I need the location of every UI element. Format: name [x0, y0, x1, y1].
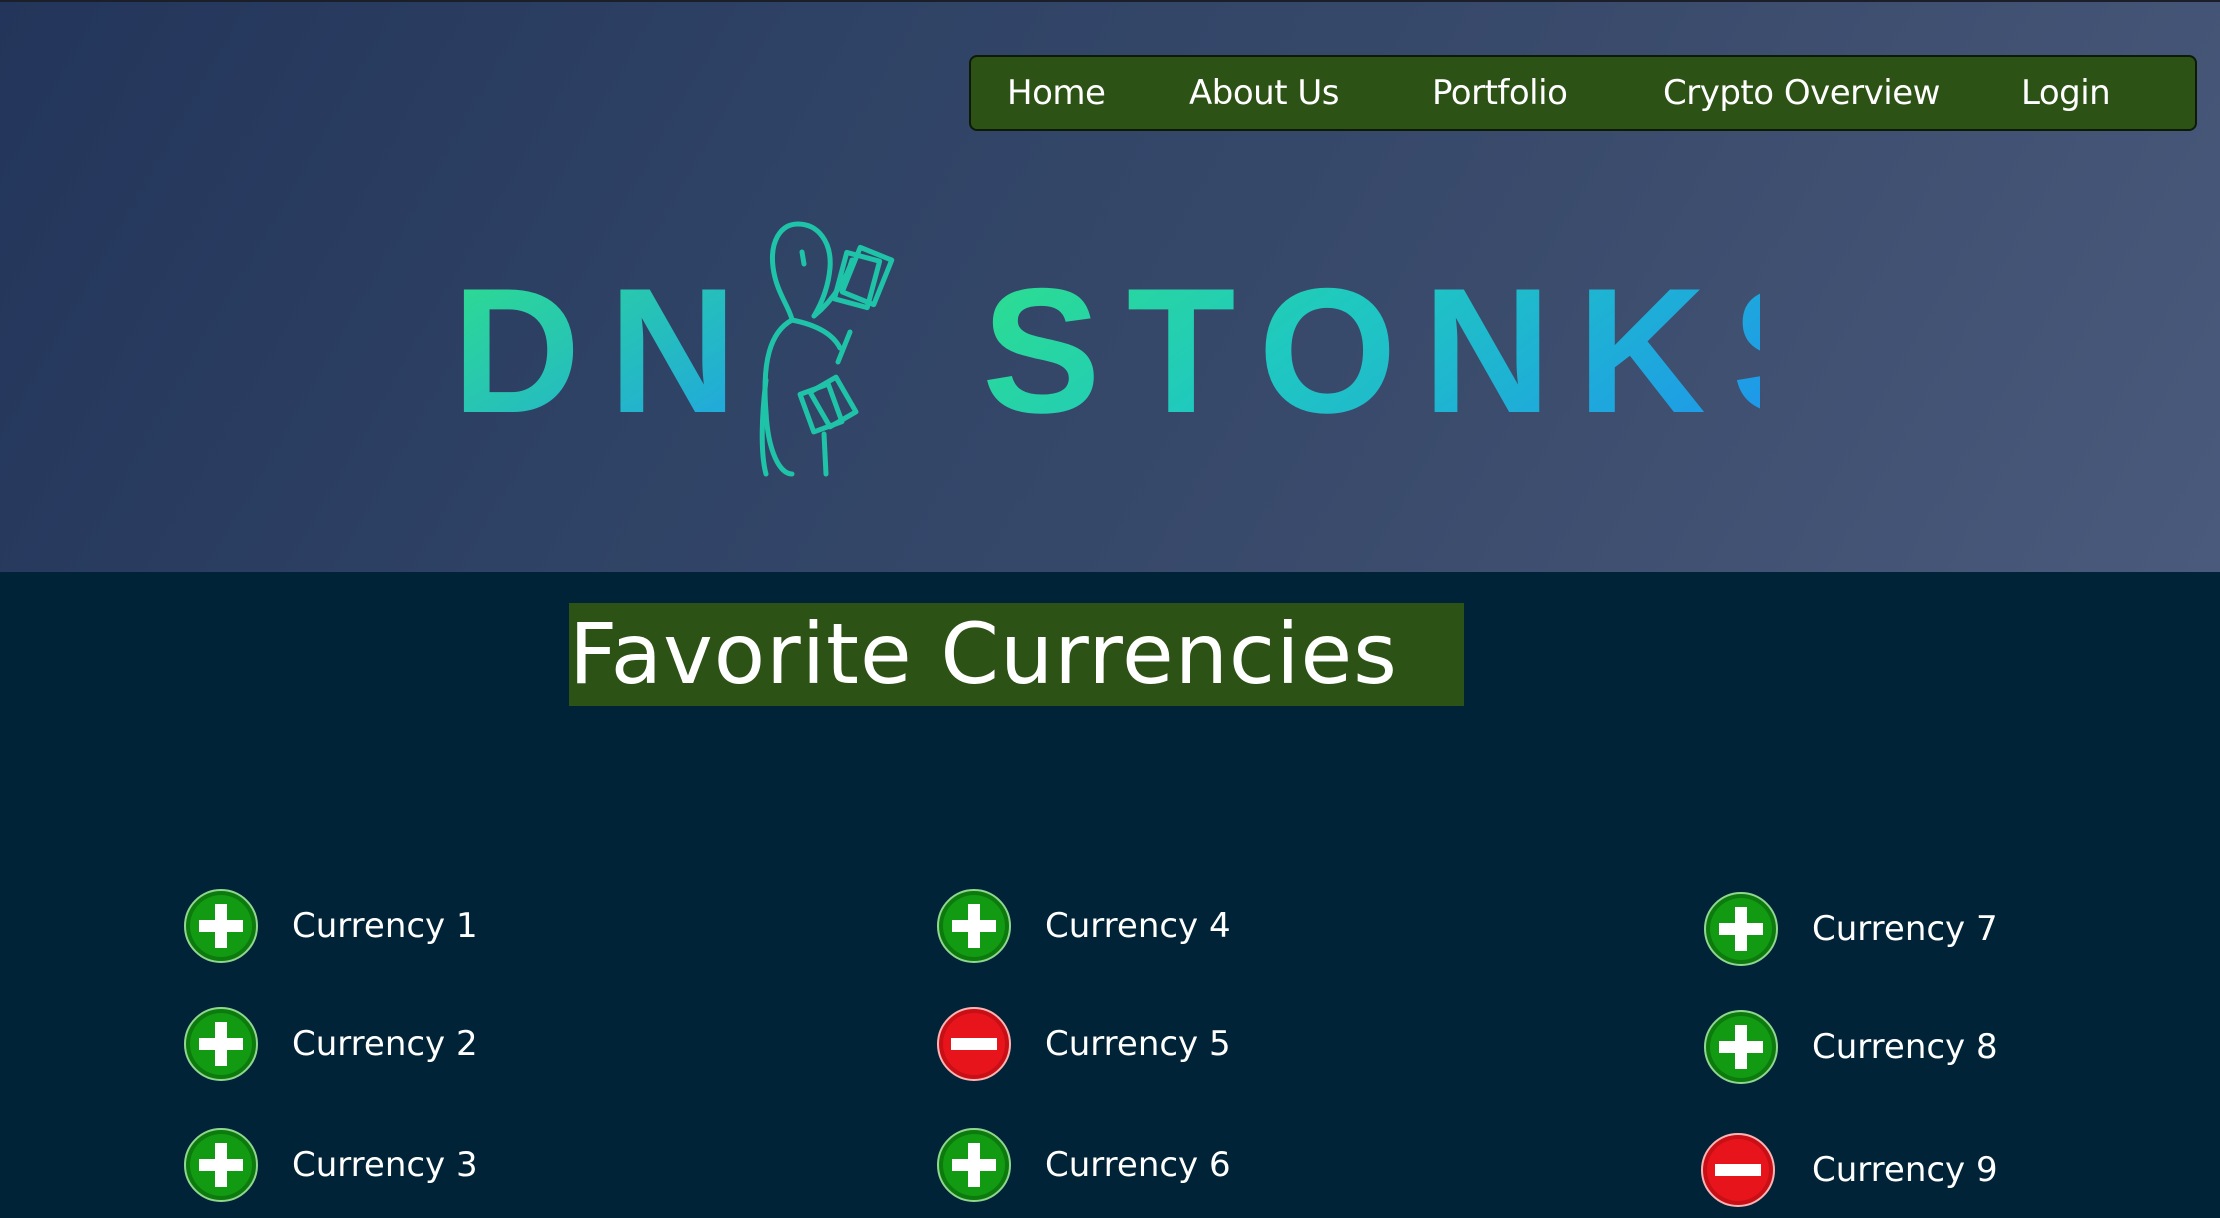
- page: Home About Us Portfolio Crypto Overview …: [0, 0, 2220, 1218]
- currency-label: Currency 7: [1812, 909, 1998, 949]
- add-icon[interactable]: [183, 1127, 259, 1203]
- currency-label: Currency 3: [292, 1145, 478, 1185]
- add-icon[interactable]: [1703, 1009, 1779, 1085]
- currency-label: Currency 8: [1812, 1027, 1998, 1067]
- currency-label: Currency 6: [1045, 1145, 1231, 1185]
- currency-item: Currency 3: [183, 1127, 478, 1203]
- nav-crypto-overview-link[interactable]: Crypto Overview: [1663, 57, 1940, 129]
- remove-icon[interactable]: [936, 1006, 1012, 1082]
- currency-item: Currency 9: [1700, 1132, 1998, 1208]
- currency-label: Currency 2: [292, 1024, 478, 1064]
- currency-item: Currency 4: [936, 888, 1231, 964]
- currency-item: Currency 2: [183, 1006, 478, 1082]
- nav-portfolio-link[interactable]: Portfolio: [1432, 57, 1568, 129]
- nav-login-link[interactable]: Login: [2021, 57, 2111, 129]
- nav-home-link[interactable]: Home: [1007, 57, 1106, 129]
- header: Home About Us Portfolio Crypto Overview …: [0, 0, 2220, 572]
- add-icon[interactable]: [936, 888, 1012, 964]
- remove-icon[interactable]: [1700, 1132, 1776, 1208]
- logo-text-stonks: STONKS: [982, 251, 1760, 450]
- main-nav: Home About Us Portfolio Crypto Overview …: [969, 55, 2197, 131]
- currency-item: Currency 6: [936, 1127, 1231, 1203]
- currency-item: Currency 8: [1703, 1009, 1998, 1085]
- currency-label: Currency 4: [1045, 906, 1231, 946]
- favorite-currencies-title: Favorite Currencies: [569, 603, 1464, 706]
- add-icon[interactable]: [936, 1127, 1012, 1203]
- logo: DN STONKS: [452, 221, 1760, 477]
- nav-about-us-link[interactable]: About Us: [1189, 57, 1339, 129]
- currency-item: Currency 5: [936, 1006, 1231, 1082]
- currency-label: Currency 5: [1045, 1024, 1231, 1064]
- currency-label: Currency 9: [1812, 1150, 1998, 1190]
- currency-label: Currency 1: [292, 906, 478, 946]
- logo-text-dn: DN: [452, 251, 765, 450]
- add-icon[interactable]: [1703, 891, 1779, 967]
- add-icon[interactable]: [183, 1006, 259, 1082]
- currency-item: Currency 7: [1703, 891, 1998, 967]
- currency-item: Currency 1: [183, 888, 478, 964]
- person-holding-money-icon: [759, 221, 895, 477]
- add-icon[interactable]: [183, 888, 259, 964]
